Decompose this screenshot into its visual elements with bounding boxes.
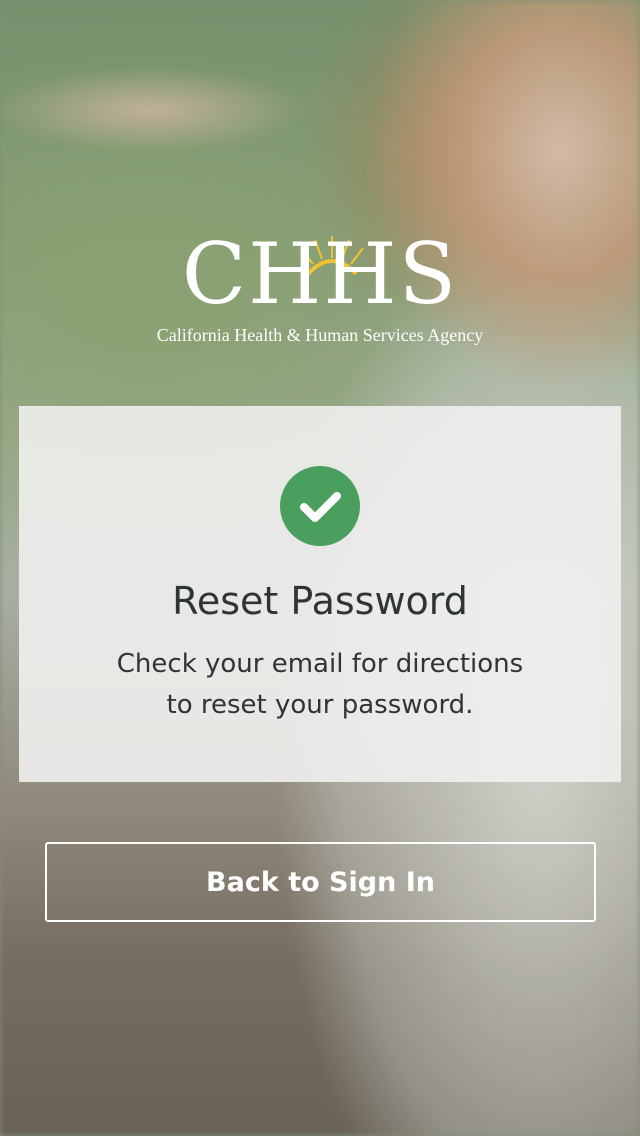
back-to-sign-in-label: Back to Sign In	[206, 866, 435, 898]
card-message: Check your email for directions to reset…	[116, 649, 524, 720]
logo-wordmark: CHHS	[181, 225, 459, 323]
reset-password-screen: CHHS California Health & Human Services …	[0, 0, 640, 1136]
card-title: Reset Password	[172, 579, 468, 623]
chhs-logo: CHHS California Health & Human Services …	[150, 228, 490, 353]
confirmation-card: Reset Password Check your email for dire…	[19, 406, 621, 782]
agency-name: California Health & Human Services Agenc…	[156, 325, 484, 345]
check-circle-icon	[280, 466, 360, 546]
back-to-sign-in-button[interactable]: Back to Sign In	[45, 842, 596, 922]
